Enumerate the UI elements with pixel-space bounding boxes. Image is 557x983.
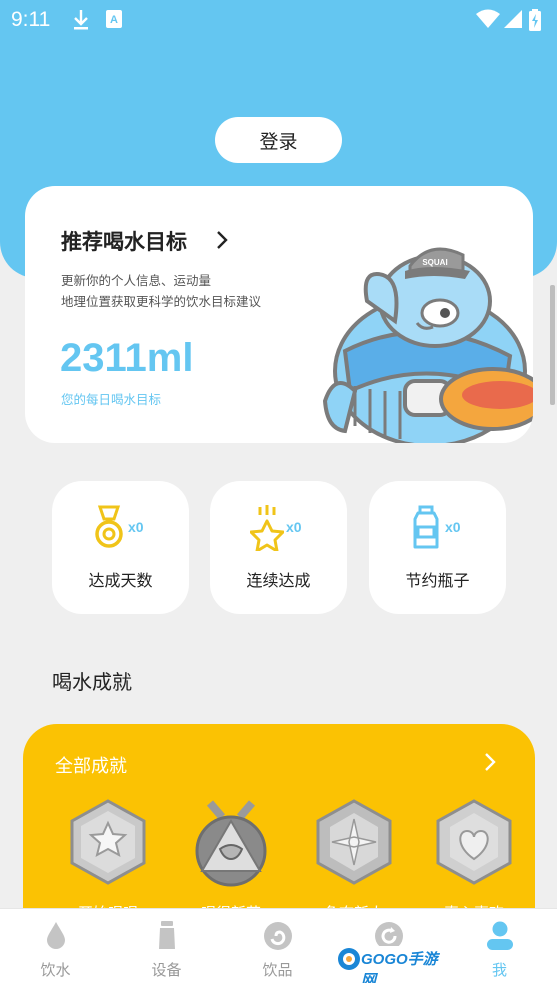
heart-hex-badge-icon[interactable] xyxy=(436,799,512,889)
nav-item-device[interactable]: 设备 xyxy=(111,909,222,983)
chevron-right-icon[interactable] xyxy=(483,752,497,776)
stat-count: x0 xyxy=(445,519,461,535)
nav-item-water[interactable]: 饮水 xyxy=(0,909,111,983)
nav-item-drinks[interactable]: 饮品 xyxy=(222,909,333,983)
bottom-navigation: 饮水 设备 饮品 我 xyxy=(0,908,557,983)
wifi-icon xyxy=(476,9,500,34)
stat-label: 节约瓶子 xyxy=(405,571,470,590)
water-drop-icon xyxy=(45,921,67,953)
stat-label: 连续达成 xyxy=(246,571,311,590)
login-button[interactable]: 登录 xyxy=(215,117,342,163)
login-button-label: 登录 xyxy=(259,130,298,153)
mask-triangle-badge-icon[interactable] xyxy=(192,799,270,893)
target-description: 更新你的个人信息、运动量 地理位置获取更科学的饮水目标建议 xyxy=(61,270,261,312)
section-title: 喝水成就 xyxy=(52,670,132,694)
target-desc-line: 更新你的个人信息、运动量 xyxy=(61,273,212,288)
target-title: 推荐喝水目标 xyxy=(61,230,187,254)
star-trophy-icon xyxy=(249,505,285,555)
mascot-cap-text: SQUAI xyxy=(422,258,447,267)
svg-text:A: A xyxy=(110,14,118,26)
person-icon xyxy=(486,921,514,955)
water-target-card[interactable]: 推荐喝水目标 更新你的个人信息、运动量 地理位置获取更科学的饮水目标建议 231… xyxy=(25,186,533,443)
watermark-logo: GOGO手游网 xyxy=(337,946,451,983)
nav-label: 饮水 xyxy=(40,961,71,979)
status-time: 9:11 xyxy=(11,8,51,31)
watermark-text: GOGO手游网 xyxy=(361,951,438,983)
target-value: 2311ml xyxy=(60,336,194,380)
stat-card-days[interactable]: x0 达成天数 xyxy=(52,481,189,614)
mascot-illustration: SQUAI xyxy=(305,241,533,443)
signal-icon xyxy=(504,9,522,34)
compass-hex-badge-icon[interactable] xyxy=(316,799,392,889)
battery-icon xyxy=(529,9,541,36)
drink-icon xyxy=(263,921,293,955)
stat-count: x0 xyxy=(286,519,302,535)
stat-card-streak[interactable]: x0 连续达成 xyxy=(210,481,347,614)
download-icon xyxy=(72,9,90,36)
stat-count: x0 xyxy=(128,519,144,535)
stat-card-bottles[interactable]: x0 节约瓶子 xyxy=(369,481,506,614)
a-badge-icon: A xyxy=(106,9,122,33)
target-value-label: 您的每日喝水目标 xyxy=(61,392,162,407)
scrollbar-thumb[interactable] xyxy=(550,285,555,405)
bottle-icon xyxy=(409,505,443,555)
nav-label: 设备 xyxy=(151,961,182,979)
medal-icon xyxy=(92,505,126,555)
nav-item-me[interactable]: 我 xyxy=(444,909,555,983)
stat-label: 达成天数 xyxy=(88,571,153,590)
status-bar: 9:11 A xyxy=(0,0,557,40)
target-desc-line: 地理位置获取更科学的饮水目标建议 xyxy=(61,294,262,309)
star-hex-badge-icon[interactable] xyxy=(70,799,146,889)
nav-label: 我 xyxy=(491,961,507,979)
chevron-right-icon xyxy=(215,230,229,254)
achievements-title: 全部成就 xyxy=(55,756,127,777)
cup-device-icon xyxy=(157,921,177,955)
nav-label: 饮品 xyxy=(262,961,293,979)
